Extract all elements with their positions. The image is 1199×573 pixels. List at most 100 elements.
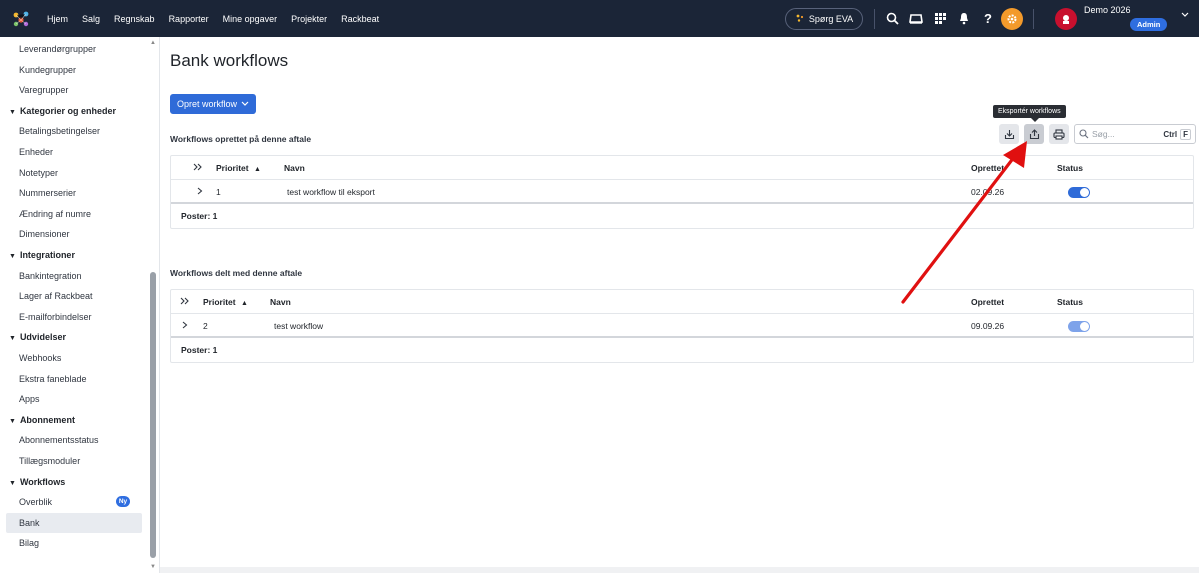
sidebar-item-lager-af-rackbeat[interactable]: Lager af Rackbeat: [0, 286, 142, 306]
nav-mine-opgaver[interactable]: Mine opgaver: [223, 14, 278, 24]
row-created: 09.09.26: [971, 321, 1005, 331]
column-priority-label: Prioritet: [203, 297, 236, 307]
column-priority[interactable]: Prioritet ▲: [216, 156, 261, 180]
sidebar-item-label: Webhooks: [19, 353, 62, 363]
bell-icon[interactable]: [953, 0, 975, 37]
sidebar-item-abonnementsstatus[interactable]: Abonnementsstatus: [0, 430, 142, 450]
import-button[interactable]: [999, 124, 1019, 144]
sidebar-item-kundegrupper[interactable]: Kundegrupper: [0, 60, 142, 80]
app-logo-icon[interactable]: [4, 0, 38, 37]
caret-down-icon: ▼: [9, 417, 16, 425]
chevron-right-icon[interactable]: [182, 314, 188, 338]
print-button[interactable]: [1049, 124, 1069, 144]
user-menu[interactable]: Demo 2026 Admin: [1055, 4, 1168, 34]
search-placeholder: Søg...: [1092, 129, 1115, 139]
sidebar-item-varegrupper[interactable]: Varegrupper: [0, 80, 142, 100]
chevron-right-icon[interactable]: [197, 180, 203, 204]
sidebar-item-label: Overblik: [19, 497, 53, 508]
sidebar-item-label: Notetyper: [19, 167, 59, 178]
sidebar-item-apps[interactable]: Apps: [0, 389, 142, 409]
sidebar-item-label: Bankintegration: [19, 270, 82, 281]
nav-regnskab[interactable]: Regnskab: [114, 14, 155, 24]
record-count: Poster: 1: [181, 211, 218, 221]
sidebar-item-nummerserier[interactable]: Nummerserier: [0, 183, 142, 203]
settings-sidebar: Leverandørgrupper Kundegrupper Varegrupper…: [0, 37, 160, 573]
table-row[interactable]: 1 test workflow til eksport 02.09.26: [171, 180, 1193, 204]
create-workflow-label: Opret workflow: [176, 99, 238, 109]
scrollbar-thumb[interactable]: [150, 272, 156, 558]
row-name: test workflow: [274, 321, 324, 331]
user-name: Demo 2026: [1084, 5, 1131, 15]
shortcut-ctrl: Ctrl: [1163, 129, 1178, 139]
nav-salg[interactable]: Salg: [82, 14, 100, 24]
sidebar-item-dimensioner[interactable]: Dimensioner: [0, 224, 142, 244]
export-workflows-button[interactable]: [1024, 124, 1044, 144]
toggle-knob: [1080, 322, 1089, 331]
table-header: Prioritet ▲ Navn Oprettet Status: [171, 290, 1193, 314]
sidebar-item-e-mailforbindelser[interactable]: E-mailforbindelser: [0, 307, 142, 327]
sidebar-item-ekstra-faneblade[interactable]: Ekstra faneblade: [0, 369, 142, 389]
search-input[interactable]: Søg... Ctrl F: [1074, 124, 1196, 144]
column-name[interactable]: Navn: [270, 290, 291, 314]
inbox-icon[interactable]: [905, 0, 927, 37]
settings-button[interactable]: [1001, 0, 1023, 37]
help-icon[interactable]: ?: [977, 0, 999, 37]
nav-rapporter[interactable]: Rapporter: [169, 14, 209, 24]
sidebar-section-workflows[interactable]: ▼ Workflows: [0, 472, 142, 492]
gear-icon: [1001, 7, 1023, 30]
create-workflow-button[interactable]: Opret workflow: [170, 94, 256, 114]
nav-rackbeat[interactable]: Rackbeat: [341, 14, 379, 24]
sidebar-item-overblik[interactable]: Overblik Ny: [0, 492, 142, 512]
search-icon: [1079, 129, 1089, 139]
sidebar-item-label: Abonnementsstatus: [19, 435, 99, 446]
nav-projekter[interactable]: Projekter: [291, 14, 327, 24]
apps-grid-icon[interactable]: [929, 0, 951, 37]
sidebar-section-kategorier-og-enheder[interactable]: ▼ Kategorier og enheder: [0, 101, 142, 121]
sidebar-item-bankintegration[interactable]: Bankintegration: [0, 266, 142, 286]
table-row[interactable]: 2 test workflow 09.09.26: [171, 314, 1193, 338]
scroll-down-icon[interactable]: ▼: [150, 564, 156, 570]
sidebar-item-label: Leverandørgrupper: [19, 44, 97, 54]
search-icon[interactable]: [881, 0, 903, 37]
sidebar-item-bilag[interactable]: Bilag: [0, 533, 142, 553]
scroll-up-icon[interactable]: ▲: [150, 40, 156, 46]
expand-all-icon[interactable]: [193, 156, 202, 180]
column-priority[interactable]: Prioritet ▲: [203, 290, 248, 314]
column-priority-label: Prioritet: [216, 163, 249, 173]
column-status[interactable]: Status: [1057, 290, 1083, 314]
sidebar-item-enheder[interactable]: Enheder: [0, 142, 142, 162]
sidebar-item-label: Dimensioner: [19, 229, 70, 240]
sidebar-item-leverandørgrupper[interactable]: Leverandørgrupper: [0, 39, 142, 59]
column-status[interactable]: Status: [1057, 156, 1083, 180]
sidebar-item-webhooks[interactable]: Webhooks: [0, 348, 142, 368]
expand-all-icon[interactable]: [180, 290, 189, 314]
sort-asc-icon: ▲: [253, 166, 261, 173]
sidebar-item-tillægsmoduler[interactable]: Tillægsmoduler: [0, 451, 142, 471]
footer-bar: [160, 567, 1199, 573]
caret-down-icon: ▼: [9, 253, 16, 260]
nav-hjem[interactable]: Hjem: [47, 14, 68, 24]
divider: [874, 8, 875, 29]
column-name[interactable]: Navn: [284, 156, 305, 180]
row-priority: 1: [216, 187, 221, 197]
column-created[interactable]: Oprettet: [971, 290, 1004, 314]
sidebar-section-udvidelser[interactable]: ▼ Udvidelser: [0, 327, 142, 347]
sidebar-section-abonnement[interactable]: ▼ Abonnement: [0, 410, 142, 430]
sidebar-item-betalingsbetingelser[interactable]: Betalingsbetingelser: [0, 121, 142, 141]
sidebar-item-notetyper[interactable]: Notetyper: [0, 163, 142, 183]
sort-asc-icon: ▲: [240, 300, 248, 307]
column-created[interactable]: Oprettet: [971, 156, 1004, 180]
ask-eva-button[interactable]: Spørg EVA: [785, 8, 863, 30]
sidebar-item-ændring-af-numre[interactable]: Ændring af numre: [0, 204, 142, 224]
status-toggle[interactable]: [1068, 187, 1090, 198]
sidebar-item-bank[interactable]: Bank: [6, 512, 142, 533]
workflows-shared-table: Prioritet ▲ Navn Oprettet Status 2 test …: [170, 289, 1194, 363]
sidebar-item-label: Nummerserier: [19, 188, 77, 199]
sidebar-scrollbar[interactable]: ▲ ▼: [149, 40, 157, 570]
new-badge: Ny: [116, 496, 130, 508]
caret-down-icon: ▼: [9, 479, 16, 487]
sidebar-section-integrationer[interactable]: ▼ Integrationer: [0, 245, 142, 265]
chevron-down-icon[interactable]: [1181, 10, 1189, 20]
row-name: test workflow til eksport: [287, 187, 375, 197]
sparkle-icon: [795, 13, 805, 25]
